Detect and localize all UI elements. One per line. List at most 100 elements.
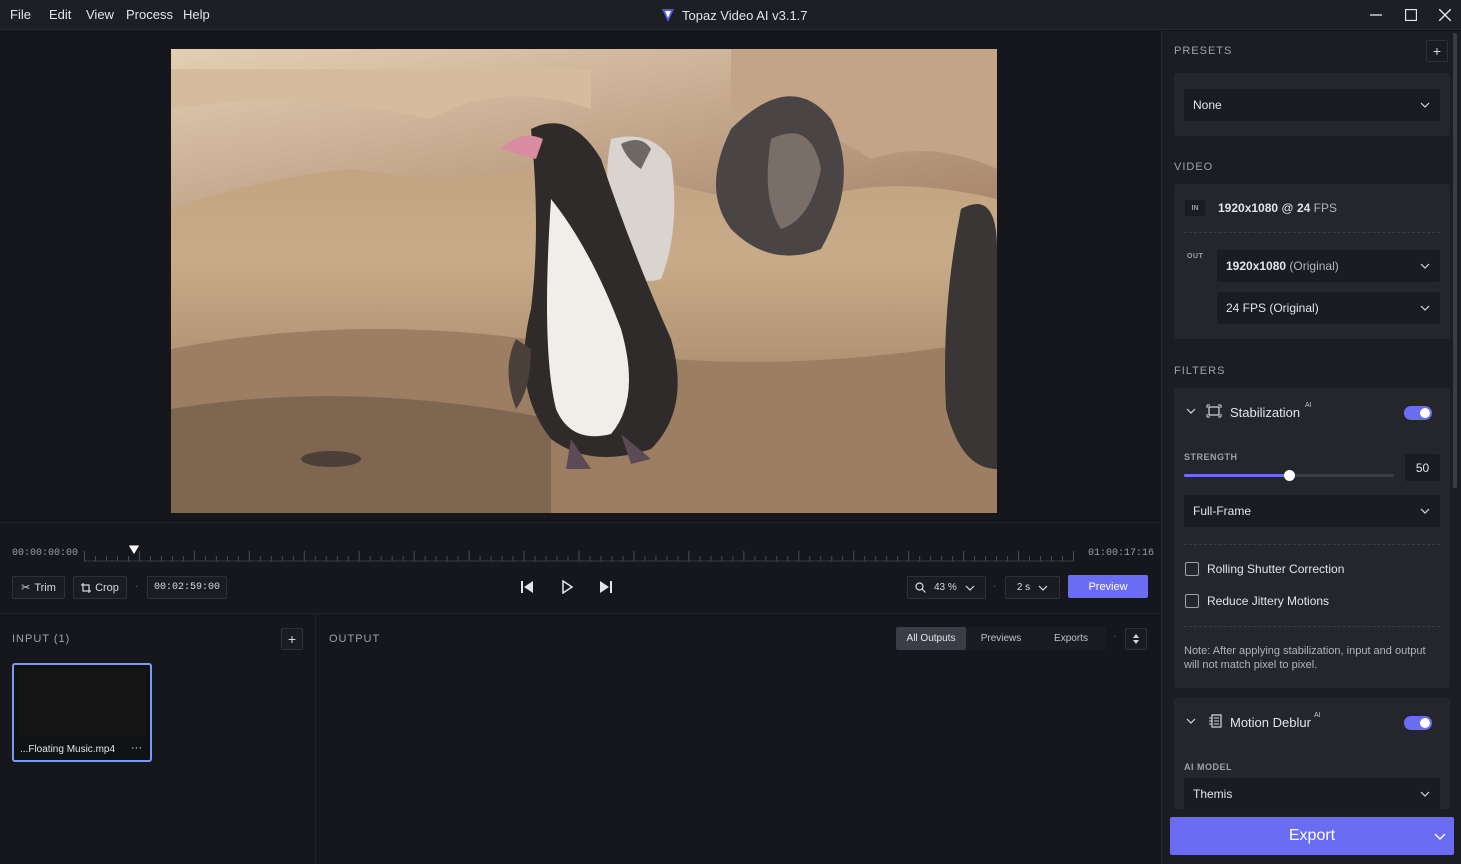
- timeline-panel: 00:00:00:00 01:00:17:16 ✂ Trim Crop · 00…: [0, 522, 1160, 612]
- zoom-icon: [915, 582, 926, 593]
- motion-deblur-toggle[interactable]: [1404, 716, 1432, 730]
- input-panel-title: INPUT (1): [12, 633, 71, 645]
- motion-deblur-ai-badge: AI: [1314, 712, 1321, 719]
- preview-stage: [0, 31, 1160, 521]
- export-label: Export: [1288, 827, 1336, 844]
- thumbnail-image: [18, 669, 146, 737]
- stabilization-note: Note: After applying stabilization, inpu…: [1184, 645, 1426, 671]
- sidebar-scrollbar[interactable]: [1453, 33, 1457, 488]
- tab-previews[interactable]: Previews: [966, 627, 1036, 650]
- minimize-button[interactable]: [1359, 0, 1393, 30]
- penguin-video-frame-image: [171, 49, 997, 513]
- title-bar: File Edit View Process Help Topaz Video …: [0, 0, 1461, 30]
- output-resolution-dropdown[interactable]: 1920x1080 (Original): [1217, 250, 1440, 282]
- separator-dot: ·: [993, 581, 997, 592]
- app-title: Topaz Video AI v3.1.7: [660, 7, 808, 23]
- close-icon: [1439, 9, 1451, 21]
- ai-model-value: Themis: [1193, 787, 1233, 801]
- zoom-dropdown[interactable]: 43 %: [907, 576, 986, 599]
- export-button[interactable]: Export: [1170, 817, 1454, 855]
- rolling-shutter-checkbox[interactable]: [1185, 562, 1199, 576]
- chevron-down-icon: [1420, 791, 1430, 797]
- chevron-down-icon: [1420, 263, 1430, 269]
- divider: [1184, 544, 1440, 545]
- maximize-button[interactable]: [1394, 0, 1428, 30]
- add-preset-button[interactable]: +: [1426, 40, 1448, 62]
- in-badge: IN: [1185, 200, 1205, 216]
- video-heading: VIDEO: [1174, 161, 1214, 173]
- close-button[interactable]: [1428, 0, 1461, 30]
- input-clip-thumbnail[interactable]: ...Floating Music.mp4 ···: [12, 663, 152, 762]
- scissors-icon: ✂: [21, 582, 31, 594]
- strength-slider-fill: [1184, 474, 1289, 477]
- timeline-end-time: 01:00:17:16: [1088, 548, 1155, 559]
- menu-file[interactable]: File: [10, 7, 31, 22]
- next-frame-icon[interactable]: [599, 580, 613, 594]
- input-fps-unit: FPS: [1310, 201, 1337, 215]
- output-resolution-note: (Original): [1286, 259, 1339, 273]
- crop-label: Crop: [95, 581, 119, 594]
- input-fps: 24: [1296, 201, 1311, 215]
- trim-button[interactable]: ✂ Trim: [12, 576, 65, 599]
- chevron-down-icon: [1420, 305, 1430, 311]
- settings-sidebar: PRESETS + None VIDEO IN 1920x1080 @ 24 F…: [1161, 31, 1461, 864]
- preview-button[interactable]: Preview: [1068, 575, 1148, 598]
- output-panel: OUTPUT All Outputs Previews Exports ·: [317, 613, 1160, 864]
- tab-exports[interactable]: Exports: [1036, 627, 1106, 650]
- rolling-shutter-label: Rolling Shutter Correction: [1207, 562, 1345, 576]
- menu-edit[interactable]: Edit: [49, 7, 71, 22]
- output-fps: 24 FPS (Original): [1226, 301, 1319, 315]
- topaz-logo-icon: [662, 9, 674, 22]
- jittery-motions-checkbox[interactable]: [1185, 594, 1199, 608]
- strength-slider-track[interactable]: [1184, 470, 1394, 481]
- output-tabs: All Outputs Previews Exports: [896, 627, 1106, 650]
- crop-button[interactable]: Crop: [73, 576, 127, 599]
- strength-slider-thumb[interactable]: [1284, 470, 1295, 481]
- filters-heading: FILTERS: [1174, 365, 1226, 377]
- collapse-chevron-icon[interactable]: [1186, 408, 1196, 414]
- separator-dot: ·: [1113, 631, 1117, 642]
- output-fps-dropdown[interactable]: 24 FPS (Original): [1217, 292, 1440, 324]
- clip-more-options-button[interactable]: ···: [131, 742, 142, 754]
- sort-button[interactable]: [1125, 628, 1147, 650]
- jittery-motions-label: Reduce Jittery Motions: [1207, 594, 1330, 608]
- tab-all-outputs[interactable]: All Outputs: [896, 627, 966, 650]
- timeline-start-time: 00:00:00:00: [12, 548, 79, 559]
- stabilization-ai-badge: AI: [1305, 402, 1312, 409]
- presets-heading: PRESETS: [1174, 45, 1233, 57]
- chevron-down-icon[interactable]: [1434, 833, 1446, 840]
- preset-dropdown[interactable]: None: [1184, 89, 1440, 121]
- strength-label: STRENGTH: [1184, 452, 1238, 462]
- ai-model-dropdown[interactable]: Themis: [1184, 778, 1440, 810]
- divider: [1184, 626, 1440, 627]
- current-time-field[interactable]: 00:02:59:00: [147, 576, 227, 599]
- previous-frame-icon[interactable]: [520, 580, 534, 594]
- strength-value-field[interactable]: 50: [1405, 454, 1440, 481]
- stabilization-toggle[interactable]: [1404, 406, 1432, 420]
- playhead-handle[interactable]: [126, 544, 141, 558]
- motion-deblur-icon: [1209, 714, 1222, 728]
- input-video-info: 1920x1080 @ 24 FPS: [1218, 201, 1337, 215]
- menu-help[interactable]: Help: [183, 7, 210, 22]
- stabilization-card: Stabilization AI STRENGTH 50 Full-Frame …: [1174, 388, 1450, 688]
- sort-icon: [1133, 634, 1139, 644]
- add-input-button[interactable]: +: [281, 628, 303, 650]
- menu-process[interactable]: Process: [126, 7, 173, 22]
- app-title-text: Topaz Video AI v3.1.7: [682, 7, 808, 23]
- play-icon[interactable]: [560, 580, 574, 594]
- input-panel: INPUT (1) + ...Floating Music.mp4 ···: [0, 613, 316, 864]
- frame-step-dropdown[interactable]: 2 s: [1005, 576, 1060, 599]
- timeline-ruler[interactable]: [84, 543, 1074, 563]
- collapse-chevron-icon[interactable]: [1186, 718, 1196, 724]
- plus-icon: +: [287, 631, 297, 647]
- output-resolution: 1920x1080: [1226, 259, 1287, 273]
- menu-view[interactable]: View: [86, 7, 114, 22]
- video-preview-frame[interactable]: [171, 49, 997, 513]
- stabilization-label: Stabilization: [1230, 405, 1301, 420]
- preset-value: None: [1193, 98, 1222, 112]
- trim-label: Trim: [34, 581, 56, 594]
- stabilization-icon: [1206, 404, 1222, 418]
- output-panel-title: OUTPUT: [329, 633, 381, 645]
- stabilization-mode-dropdown[interactable]: Full-Frame: [1184, 495, 1440, 527]
- separator-dot: ·: [135, 581, 139, 592]
